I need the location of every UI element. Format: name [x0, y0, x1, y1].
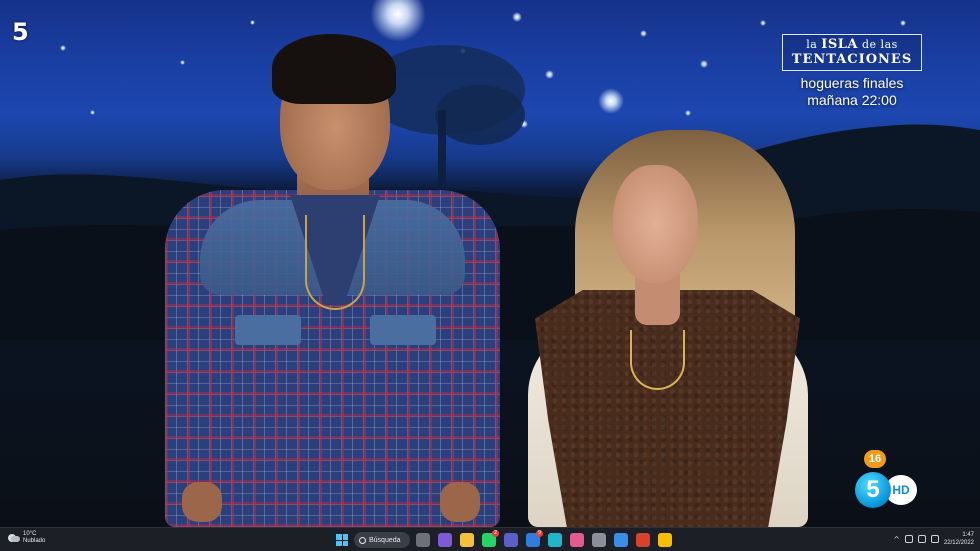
weather-widget[interactable]: 10°C Nublado — [6, 531, 45, 545]
taskbar-app-files-icon[interactable] — [460, 533, 474, 547]
weather-temp: 10°C — [23, 531, 37, 537]
volume-icon[interactable] — [917, 535, 926, 543]
woman-brown-fleece-vest — [535, 290, 800, 527]
man-hair — [272, 34, 396, 104]
show-promo: la ISLA de las TENTACIONES hogueras fina… — [782, 34, 922, 109]
weather-desc: Nublado — [23, 538, 46, 544]
promo-title-box: la ISLA de las TENTACIONES — [782, 34, 922, 71]
man-left-pocket — [235, 315, 301, 345]
man-left-hand — [182, 482, 222, 522]
weather-text: 10°C Nublado — [23, 531, 45, 545]
taskbar-app-edge-icon[interactable] — [548, 533, 562, 547]
clock-date: 22/12/2022 — [943, 540, 974, 546]
taskbar-app-mail-icon[interactable]: 9 — [526, 530, 543, 547]
notification-badge: 9 — [536, 530, 543, 537]
age-rating-badge: 16 — [864, 450, 886, 468]
man-right-pocket — [370, 315, 436, 345]
promo-suffix: de las — [862, 38, 898, 51]
battery-icon[interactable] — [930, 535, 939, 543]
cloud-icon — [6, 533, 20, 543]
search-box[interactable]: Búsqueda — [354, 532, 410, 548]
channel-logo: 5 — [12, 18, 29, 46]
promo-prefix: la — [806, 38, 818, 51]
woman-face — [613, 165, 698, 283]
chevron-up-icon[interactable]: ^ — [893, 535, 900, 544]
taskbar-app-settings-icon[interactable] — [592, 533, 606, 547]
taskbar-app-chrome-icon[interactable] — [658, 533, 672, 547]
wifi-icon[interactable] — [904, 535, 913, 543]
search-label: Búsqueda — [369, 536, 401, 544]
promo-title-line1: la ISLA de las — [787, 37, 917, 52]
taskbar: 10°C Nublado Búsqueda 29 ^ 1:47 22/12/20… — [0, 527, 980, 551]
taskbar-app-whatsapp-icon[interactable]: 2 — [482, 530, 499, 547]
taskbar-app-photos-icon[interactable] — [570, 533, 584, 547]
woman-necklace — [630, 330, 685, 390]
promo-schedule-line2: mañana 22:00 — [807, 92, 897, 108]
clock-time: 1:47 — [962, 532, 974, 538]
taskbar-app-office-icon[interactable] — [636, 533, 650, 547]
taskbar-center: Búsqueda 29 — [336, 530, 672, 549]
promo-title-line2: TENTACIONES — [791, 52, 913, 67]
channel-hd-logo: HD 5 — [855, 472, 923, 508]
man-necklace — [305, 215, 365, 310]
search-icon — [359, 536, 366, 544]
pinned-apps: 29 — [416, 530, 672, 547]
system-tray: ^ 1:47 22/12/2022 — [893, 531, 974, 547]
promo-schedule: hogueras finales mañana 22:00 — [782, 75, 922, 109]
taskbar-app-store-icon[interactable] — [614, 533, 628, 547]
promo-schedule-line1: hogueras finales — [800, 75, 904, 91]
man-right-hand — [440, 482, 480, 522]
promo-bold: ISLA — [821, 37, 858, 52]
taskbar-app-task-view-icon[interactable] — [416, 533, 430, 547]
taskbar-app-meet-icon[interactable] — [438, 533, 452, 547]
start-button[interactable] — [336, 534, 348, 546]
notification-badge: 2 — [492, 530, 499, 537]
video-frame: 5 la ISLA de las TENTACIONES hogueras fi… — [0, 0, 980, 527]
hd-logo-digit: 5 — [855, 472, 891, 508]
taskbar-app-teams-icon[interactable] — [504, 533, 518, 547]
clock[interactable]: 1:47 22/12/2022 — [944, 531, 974, 547]
